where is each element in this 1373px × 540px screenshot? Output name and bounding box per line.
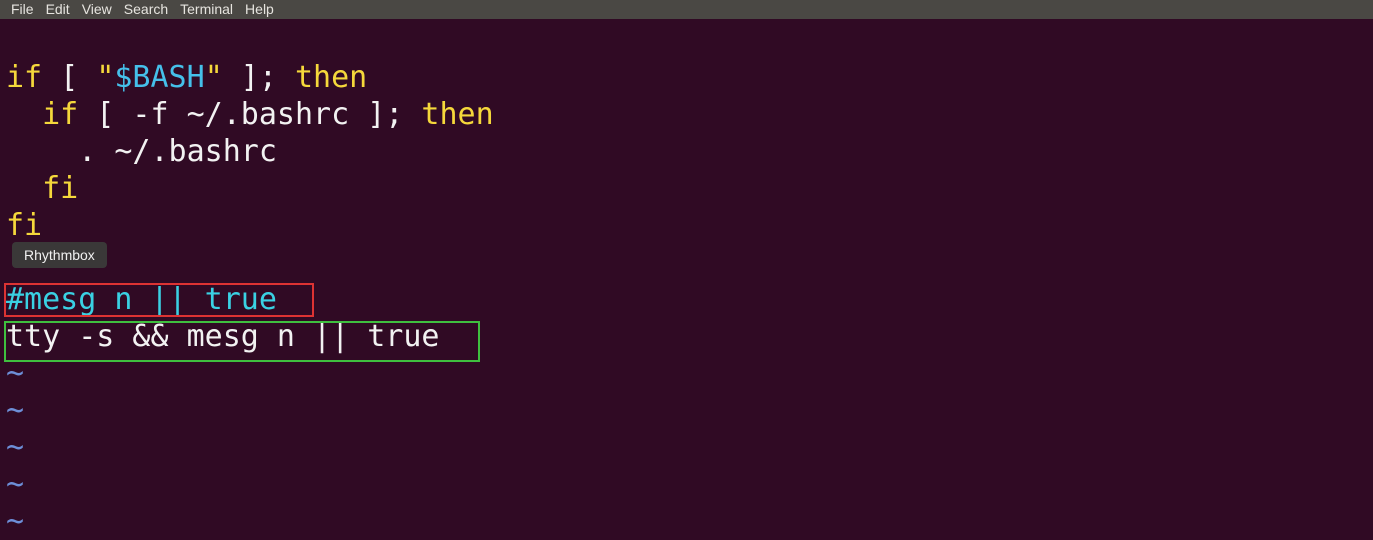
empty-buffer-tilde: ~ — [6, 393, 25, 428]
code-text: ]; — [222, 60, 295, 95]
code-line: if [ "$BASH" ]; then — [0, 59, 1373, 96]
comment-line: #mesg n || true — [6, 282, 277, 317]
menu-view[interactable]: View — [76, 0, 118, 19]
empty-buffer-tilde: ~ — [6, 504, 25, 539]
keyword: fi — [6, 208, 43, 243]
code-line: tty -s && mesg n || true — [6, 319, 440, 354]
menu-help[interactable]: Help — [239, 0, 280, 19]
code-line: . ~/.bashrc — [6, 134, 277, 169]
empty-line — [0, 244, 1373, 281]
code-text: [ — [42, 60, 97, 95]
empty-buffer-tilde: ~ — [6, 467, 25, 502]
keyword: then — [295, 60, 368, 95]
terminal-window: File Edit View Search Terminal Help if [… — [0, 0, 1373, 540]
keyword: fi — [42, 171, 79, 206]
code-line: if [ -f ~/.bashrc ]; then — [0, 96, 1373, 133]
rhythmbox-tooltip: Rhythmbox — [12, 242, 107, 268]
empty-buffer-tilde: ~ — [6, 430, 25, 465]
code-text: [ -f ~/.bashrc ]; — [78, 97, 422, 132]
vim-editor-buffer[interactable]: if [ "$BASH" ]; then if [ -f ~/.bashrc ]… — [0, 59, 1373, 540]
variable: $BASH — [114, 60, 205, 95]
keyword: if — [6, 60, 43, 95]
keyword: then — [421, 97, 494, 132]
menu-edit[interactable]: Edit — [40, 0, 76, 19]
empty-buffer-tilde: ~ — [6, 356, 25, 391]
code-line: fi — [0, 170, 1373, 207]
menu-terminal[interactable]: Terminal — [174, 0, 239, 19]
menu-search[interactable]: Search — [118, 0, 174, 19]
quote: " — [96, 60, 115, 95]
code-line: fi — [0, 207, 1373, 244]
keyword: if — [42, 97, 79, 132]
menu-file[interactable]: File — [5, 0, 40, 19]
menu-bar: File Edit View Search Terminal Help — [0, 0, 1373, 19]
quote: " — [204, 60, 223, 95]
